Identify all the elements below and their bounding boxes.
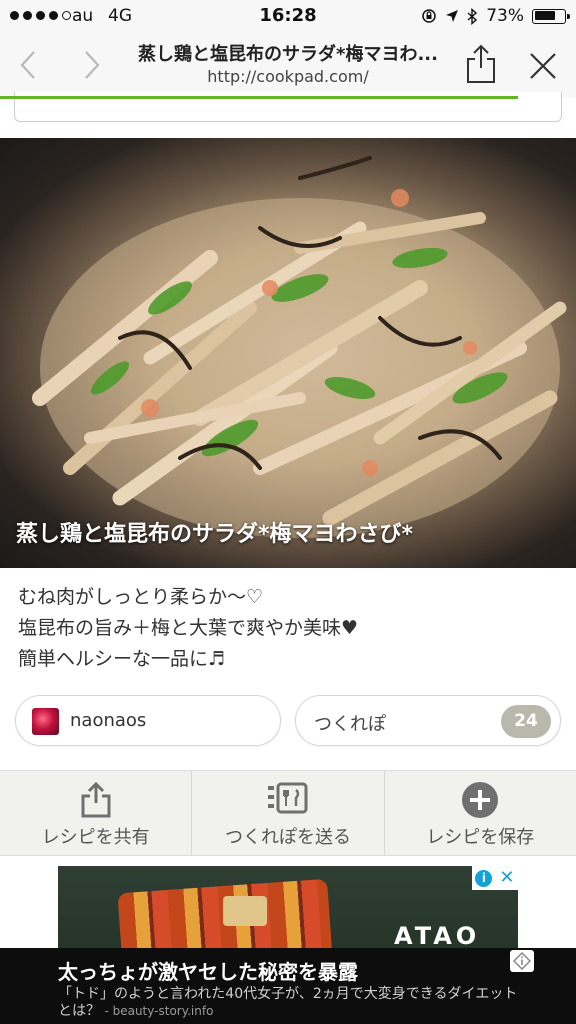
recipe-action-bar: レシピを共有 つくれぽを送る レシピを保存 bbox=[0, 770, 576, 856]
tsukurepo-label: つくれぽ bbox=[314, 714, 386, 735]
plus-circle-icon bbox=[462, 782, 499, 818]
ad-info-icon[interactable] bbox=[510, 950, 534, 972]
back-icon[interactable] bbox=[14, 48, 44, 82]
promo-text: 「トド」のようと言われた40代女子が、2ヵ月で大変身できるダイエットとは？ - … bbox=[58, 986, 528, 1020]
tsukurepo-count-badge: 24 bbox=[501, 705, 551, 738]
description-line: むね肉がしっとり柔らか〜♡ bbox=[18, 586, 264, 608]
save-recipe-button[interactable]: レシピを保存 bbox=[385, 771, 576, 855]
bottom-promo-banner[interactable]: 太っちょが激ヤセした秘密を暴露 「トド」のようと言われた40代女子が、2ヵ月で大… bbox=[0, 948, 576, 1024]
recipe-title: 蒸し鶏と塩昆布のサラダ*梅マヨわさび* bbox=[16, 522, 414, 547]
location-icon bbox=[446, 10, 459, 22]
save-recipe-label: レシピを保存 bbox=[426, 827, 535, 848]
page-load-progress bbox=[0, 96, 519, 99]
share-icon bbox=[81, 781, 111, 818]
battery-percent: 73% bbox=[486, 6, 524, 26]
page-url[interactable]: http://cookpad.com/ bbox=[118, 67, 458, 86]
share-recipe-label: レシピを共有 bbox=[41, 827, 150, 848]
info-icon[interactable]: i bbox=[475, 869, 493, 887]
description-line: 簡単ヘルシーな一品に♬ bbox=[18, 648, 226, 670]
promo-headline: 太っちょが激ヤセした秘密を暴露 bbox=[58, 960, 358, 984]
close-icon[interactable]: ✕ bbox=[499, 869, 514, 887]
orientation-lock-icon bbox=[422, 9, 436, 23]
author-name: naonaos bbox=[70, 710, 147, 731]
description-line: 塩昆布の旨み＋梅と大葉で爽やか美味♥ bbox=[18, 617, 359, 639]
promo-source: - beauty-story.info bbox=[104, 1004, 214, 1018]
ad-brand: ATAO bbox=[394, 922, 481, 948]
page-title: 蒸し鶏と塩昆布のサラダ*梅マヨわ... bbox=[138, 44, 438, 65]
send-tsukurepo-button[interactable]: つくれぽを送る bbox=[192, 771, 385, 855]
avatar bbox=[32, 708, 59, 735]
status-right: 73% bbox=[421, 6, 570, 26]
recipe-description: むね肉がしっとり柔らか〜♡ 塩昆布の旨み＋梅と大葉で爽やか美味♥ 簡単ヘルシーな… bbox=[18, 582, 358, 675]
forward-icon[interactable] bbox=[76, 48, 106, 82]
recipe-photo[interactable]: 蒸し鶏と塩昆布のサラダ*梅マヨわさび* bbox=[0, 138, 576, 568]
share-icon[interactable] bbox=[463, 42, 499, 86]
author-button[interactable]: naonaos bbox=[15, 695, 281, 746]
battery-icon bbox=[532, 8, 570, 24]
advertisement-banner[interactable]: ATAO i ✕ bbox=[58, 866, 518, 948]
share-recipe-button[interactable]: レシピを共有 bbox=[0, 771, 193, 855]
send-tsukurepo-label: つくれぽを送る bbox=[224, 827, 351, 848]
bluetooth-icon bbox=[467, 7, 478, 25]
browser-toolbar: 蒸し鶏と塩昆布のサラダ*梅マヨわ... http://cookpad.com/ bbox=[0, 34, 576, 98]
ad-product-clasp bbox=[223, 896, 267, 926]
tsukurepo-button[interactable]: つくれぽ 24 bbox=[295, 695, 561, 746]
ad-choices[interactable]: i ✕ bbox=[472, 866, 518, 890]
status-bar: au 4G 16:28 73% bbox=[0, 0, 576, 34]
close-icon[interactable] bbox=[525, 48, 561, 84]
salad-illustration bbox=[32, 156, 567, 538]
tsukurepo-icon bbox=[267, 782, 308, 814]
